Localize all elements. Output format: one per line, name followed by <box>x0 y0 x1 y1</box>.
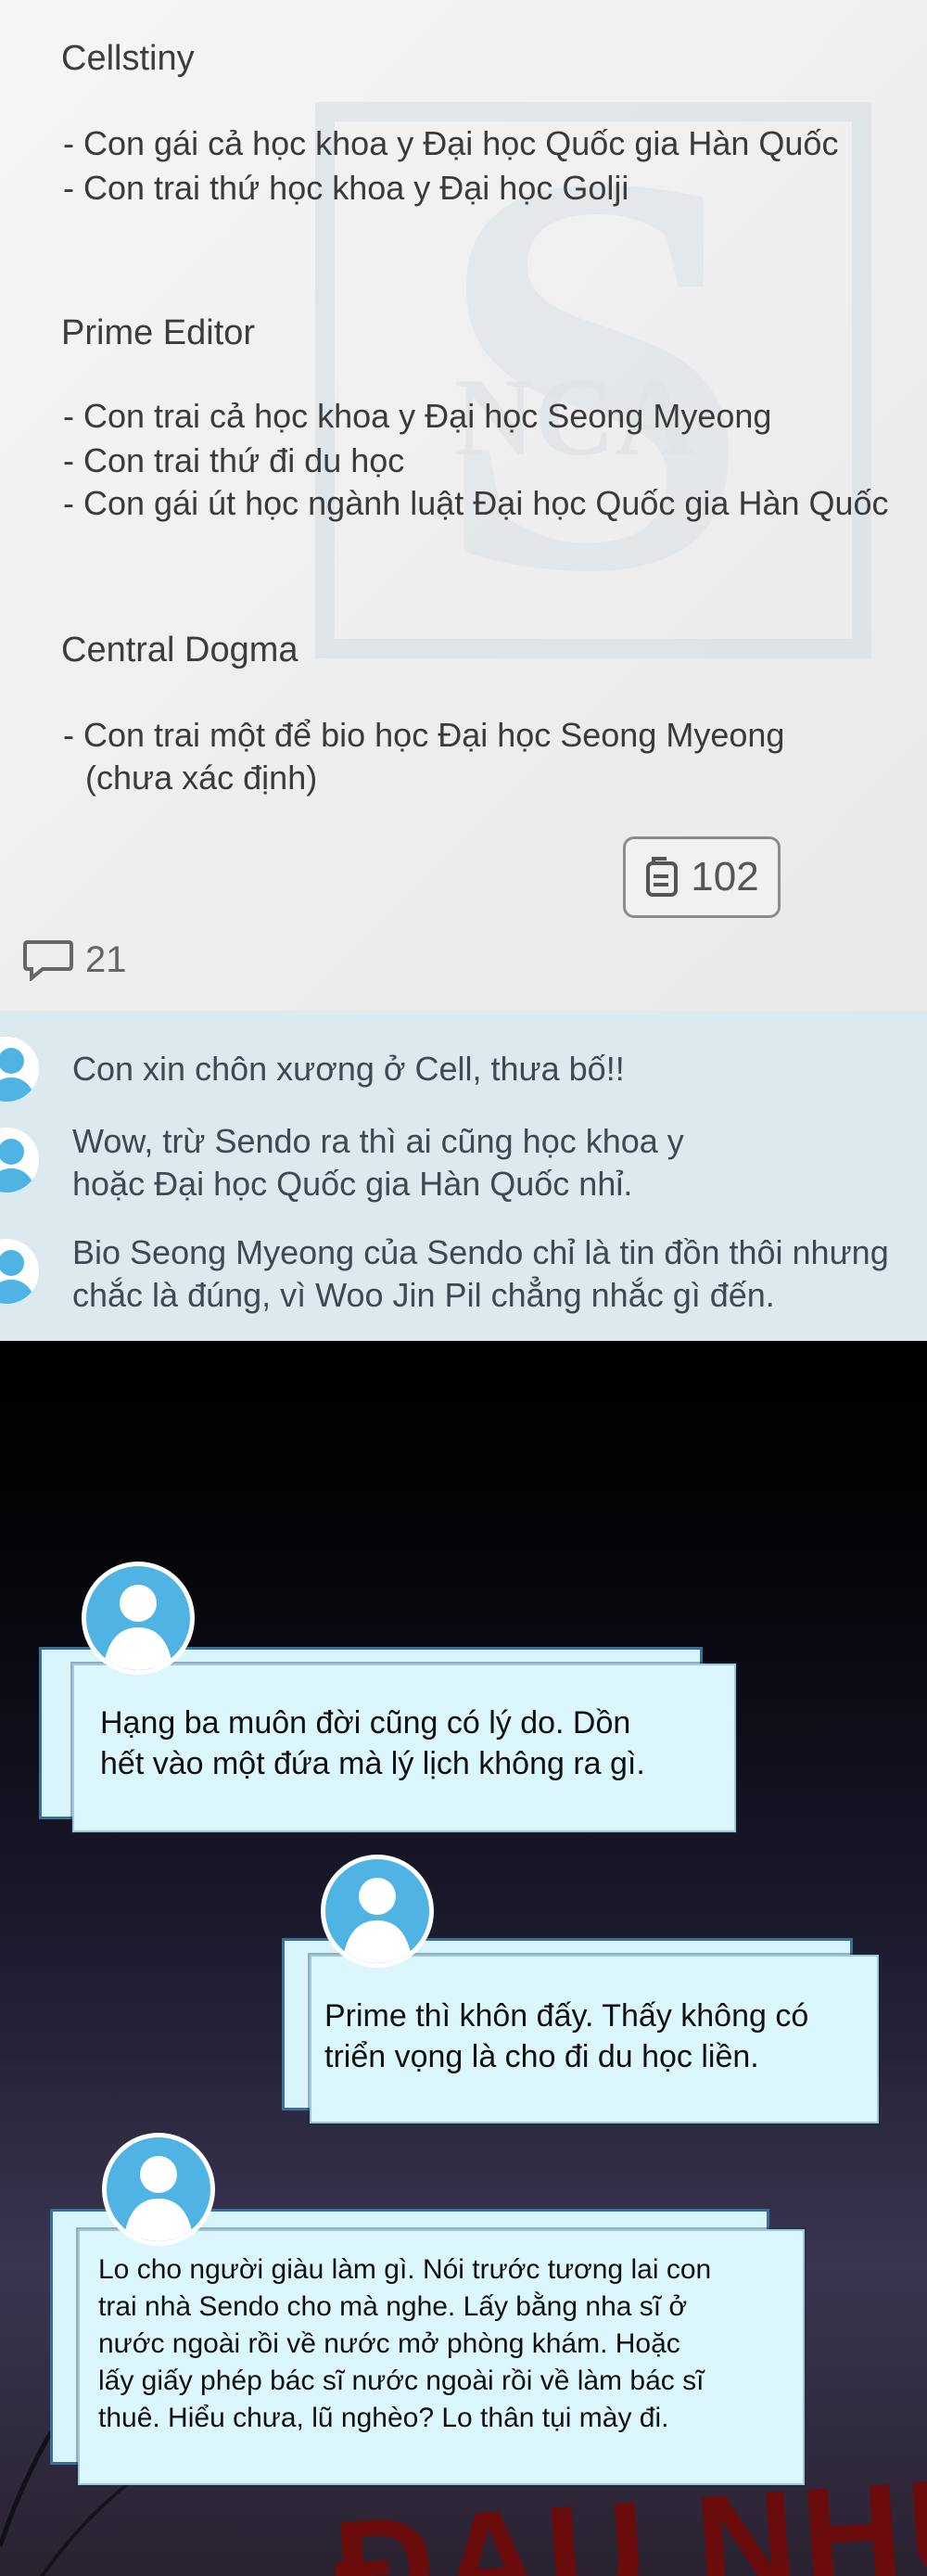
bubble-line: trai nhà Sendo cho mà nghe. Lấy bằng nha… <box>98 2291 688 2322</box>
post-panel: S NCA Cellstiny - Con gái cả học khoa y … <box>0 0 927 1011</box>
bubble-line: nước ngoài rồi về nước mở phòng khám. Ho… <box>98 2328 680 2359</box>
like-icon <box>646 857 679 897</box>
like-count: 102 <box>691 854 759 899</box>
section-line: (chưa xác định) <box>85 759 318 797</box>
comment-item: Bio Seong Myeong của Sendo chỉ là tin đồ… <box>72 1233 889 1314</box>
bubble-line: triển vọng là cho đi du học liền. <box>324 2039 759 2074</box>
section-line: - Con trai thứ đi du học <box>63 441 405 479</box>
chat-bubble: Lo cho người giàu làm gì. Nói trước tươn… <box>50 2209 810 2487</box>
section-title-cellstiny: Cellstiny <box>61 39 195 78</box>
bubble-line: thuê. Hiểu chưa, lũ nghèo? Lo thân tụi m… <box>98 2403 669 2433</box>
section-line: - Con trai cả học khoa y Đại học Seong M… <box>63 397 772 435</box>
user-avatar-icon <box>321 1855 434 1968</box>
chat-bubble: Hạng ba muôn đời cũng có lý do. Dồn hết … <box>39 1647 736 1832</box>
user-avatar-icon <box>0 1128 39 1192</box>
section-line: - Con trai một để bio học Đại học Seong … <box>63 716 785 754</box>
bubble-line: Hạng ba muôn đời cũng có lý do. Dồn <box>100 1705 631 1741</box>
user-avatar-icon <box>82 1562 195 1675</box>
user-avatar-icon <box>0 1037 39 1102</box>
comment-bubble-icon <box>23 940 73 981</box>
section-line: - Con gái út học ngành luật Đại học Quốc… <box>63 484 889 522</box>
comment-item: Wow, trừ Sendo ra thì ai cũng học khoa y… <box>72 1122 684 1203</box>
comments-panel: Con xin chôn xương ở Cell, thưa bố!! Wow… <box>0 1011 927 1341</box>
comment-count-value: 21 <box>85 938 127 980</box>
bubble-line: Prime thì khôn đấy. Thấy không có <box>324 1998 809 2034</box>
bubble-line: lấy giấy phép bác sĩ nước ngoài rồi về l… <box>98 2366 705 2396</box>
section-title-central-dogma: Central Dogma <box>61 631 298 670</box>
bubble-line: hết vào một đứa mà lý lịch không ra gì. <box>100 1746 645 1781</box>
comment-count[interactable]: 21 <box>22 938 127 981</box>
user-avatar-icon <box>0 1239 39 1304</box>
like-button[interactable]: 102 <box>623 836 781 918</box>
comment-item: Con xin chôn xương ở Cell, thưa bố!! <box>72 1050 625 1088</box>
comic-scene: Hạng ba muôn đời cũng có lý do. Dồn hết … <box>0 1341 927 2576</box>
section-line: - Con gái cả học khoa y Đại học Quốc gia… <box>63 124 839 162</box>
bubble-line: Lo cho người giàu làm gì. Nói trước tươn… <box>98 2254 712 2285</box>
section-title-prime-editor: Prime Editor <box>61 313 256 352</box>
user-avatar-icon <box>102 2133 215 2246</box>
section-line: - Con trai thứ học khoa y Đại học Golji <box>63 169 629 207</box>
